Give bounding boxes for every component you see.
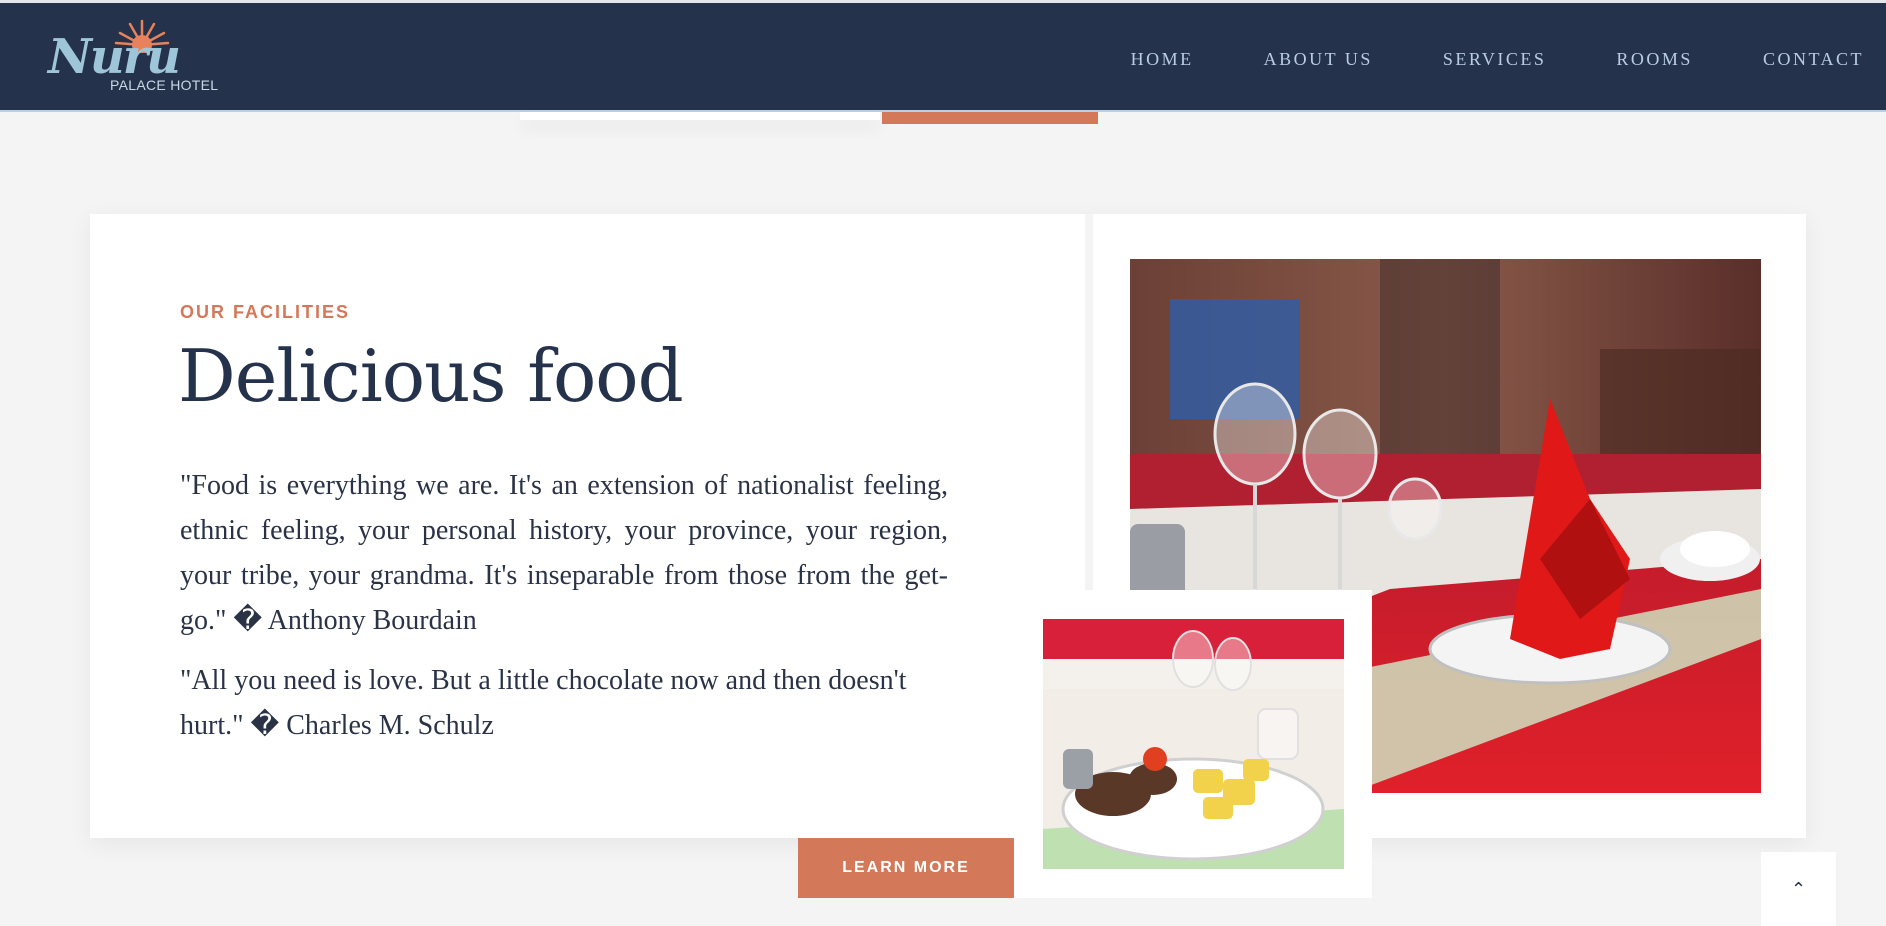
nav-about-us[interactable]: ABOUT US xyxy=(1264,49,1373,70)
decorative-strip xyxy=(520,112,880,120)
quote-bourdain: "Food is everything we are. It's an exte… xyxy=(180,470,948,636)
logo-subtitle: PALACE HOTEL xyxy=(110,77,219,93)
section-eyebrow: OUR FACILITIES xyxy=(180,302,351,322)
hotel-logo[interactable]: Nuru PALACE HOTEL xyxy=(48,19,238,99)
quote-schulz: "All you need is love. But a little choc… xyxy=(180,665,907,741)
nav-rooms[interactable]: ROOMS xyxy=(1616,49,1693,70)
learn-more-button[interactable]: LEARN MORE xyxy=(798,838,1014,898)
scroll-to-top-button[interactable]: ⌃ xyxy=(1761,852,1836,926)
main-nav: HOME ABOUT US SERVICES ROOMS CONTACT xyxy=(1061,49,1864,70)
nav-contact[interactable]: CONTACT xyxy=(1763,49,1864,70)
plated-meal-photo xyxy=(1043,619,1344,869)
section-title: Delicious food xyxy=(178,334,684,418)
nav-services[interactable]: SERVICES xyxy=(1443,49,1547,70)
chevron-up-icon: ⌃ xyxy=(1790,878,1807,900)
accent-strip xyxy=(882,112,1098,124)
nav-home[interactable]: HOME xyxy=(1131,49,1194,70)
site-header: Nuru PALACE HOTEL HOME ABOUT US SERVICES… xyxy=(0,0,1886,112)
